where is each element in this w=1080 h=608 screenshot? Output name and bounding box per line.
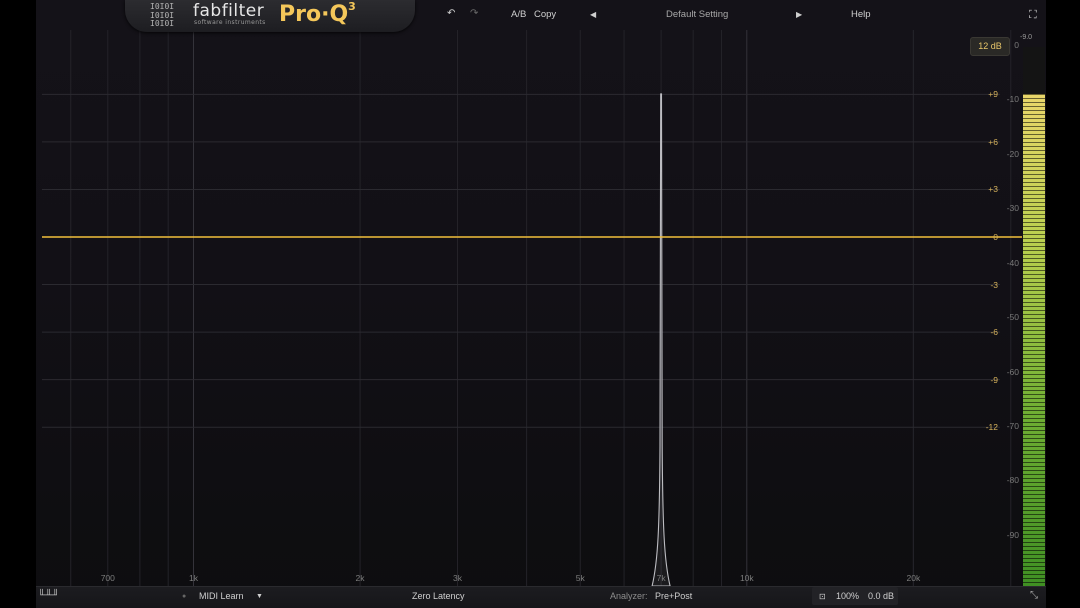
fullscreen-icon[interactable]: ⛶	[1029, 8, 1037, 22]
eq-gain-label: 0	[993, 232, 998, 242]
eq-gain-label: +9	[988, 89, 998, 100]
eq-gain-label: +3	[988, 184, 998, 195]
eq-gain-label: +6	[988, 136, 998, 147]
spectrum-db-label: -80	[1006, 475, 1019, 486]
spectrum-analyzer	[651, 93, 671, 587]
midi-dot-icon: ●	[182, 593, 187, 600]
frequency-tick-label: 3k	[452, 573, 462, 583]
ab-toggle-button[interactable]: A/B	[511, 9, 526, 20]
redo-icon[interactable]: ↷	[470, 8, 478, 19]
meter-peak-value: -9.0	[1020, 34, 1033, 41]
brand-subtitle: software instruments	[194, 19, 266, 26]
spectrum-db-label: -60	[1006, 366, 1019, 377]
spectrum-db-label: -10	[1006, 94, 1019, 105]
fabfilter-logo-icon: I0I0I I0I0I I0I0I	[150, 2, 175, 28]
analyzer-label: Analyzer:	[610, 591, 648, 601]
frequency-tick-label: 5k	[575, 573, 585, 583]
triangle-right-icon[interactable]: ▶	[796, 10, 802, 19]
spectrum-db-label: -20	[1006, 148, 1019, 159]
piano-icon[interactable]: ╙╨╜	[38, 590, 59, 601]
output-gain-value[interactable]: 0.0 dB	[868, 591, 894, 601]
spectrum-db-label: -40	[1006, 257, 1019, 268]
eq-gain-label: -3	[990, 279, 998, 290]
eq-gain-label: -9	[990, 374, 998, 385]
zoom-value[interactable]: 100%	[836, 591, 859, 601]
undo-icon[interactable]: ↶	[447, 8, 455, 19]
frequency-tick-label: 700	[100, 573, 115, 583]
spectrum-db-label: -70	[1006, 421, 1019, 431]
spectrum-db-label: -30	[1006, 203, 1019, 214]
phase-icon[interactable]: ⊡	[819, 592, 826, 601]
eq-gain-label: -6	[990, 327, 998, 338]
product-name: Pro·Q3	[279, 0, 356, 27]
frequency-tick-label: 1k	[189, 573, 198, 583]
frequency-tick-label: 10k	[739, 573, 754, 583]
analyzer-mode-button[interactable]: Pre+Post	[655, 591, 692, 601]
spectrum-db-label: -90	[1006, 529, 1019, 540]
output-level-meter	[1023, 47, 1045, 587]
copy-button[interactable]: Copy	[534, 9, 556, 20]
help-button[interactable]: Help	[851, 9, 871, 20]
spectrum-db-label: 0	[1014, 40, 1019, 50]
spectrum-peak	[651, 93, 671, 587]
spectrum-db-label: -50	[1006, 312, 1019, 323]
preset-name[interactable]: Default Setting	[666, 9, 728, 20]
frequency-grid	[70, 30, 1012, 586]
display-range-button[interactable]: 12 dB	[970, 37, 1010, 56]
resize-icon[interactable]: ⤡	[1030, 590, 1038, 601]
midi-learn-button[interactable]: MIDI Learn	[199, 591, 244, 601]
meter-fill	[1023, 94, 1045, 587]
chevron-down-icon[interactable]: ▼	[256, 593, 263, 600]
frequency-tick-label: 7k	[656, 573, 666, 583]
brand-name: fabfilter	[193, 1, 265, 21]
frequency-tick-label: 2k	[355, 573, 365, 583]
gain-grid	[42, 93, 1000, 428]
triangle-left-icon[interactable]: ◀	[590, 10, 596, 19]
eq-display[interactable]	[0, 0, 1080, 607]
frequency-tick-label: 20k	[906, 573, 921, 583]
eq-gain-label: -12	[985, 422, 998, 433]
latency-mode-button[interactable]: Zero Latency	[412, 591, 465, 601]
